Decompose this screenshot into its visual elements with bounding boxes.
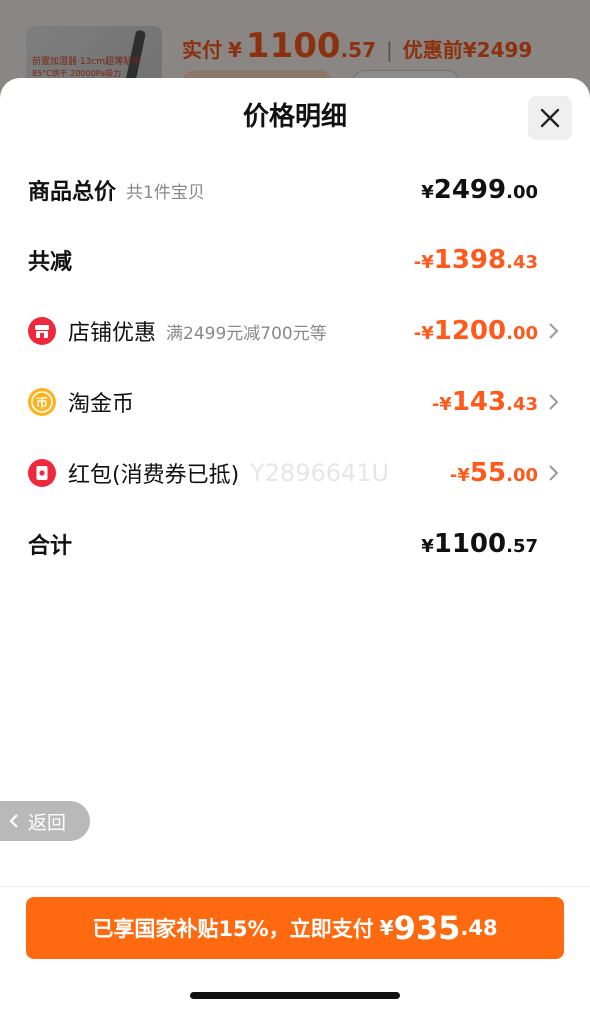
row-label: 合计 <box>28 534 73 559</box>
pay-now-button[interactable]: 已享国家补贴15%，立即支付 ¥ 935 .48 <box>26 897 564 959</box>
row-label: 红包(消费券已抵) <box>68 463 240 488</box>
amount-dec: .00 <box>506 182 538 203</box>
row-shop-discount[interactable]: 店铺优惠 满2499元减700元等 -¥ 1200 .00 <box>28 311 562 351</box>
row-amount: ¥ 1100 .57 <box>421 529 538 559</box>
coin-icon: 币 <box>28 388 56 416</box>
amount-int: 1398 <box>433 245 507 275</box>
pay-button-dec: .48 <box>460 916 498 940</box>
row-label: 商品总价 <box>28 180 117 205</box>
row-amount: ¥ 2499 .00 <box>421 175 538 205</box>
chevron-right-icon <box>549 394 559 410</box>
row-goods-total: 商品总价 共1件宝贝 ¥ 2499 .00 <box>28 170 562 210</box>
amount-int: 55 <box>469 458 507 488</box>
row-total-reduce: 共减 -¥ 1398 .43 <box>28 240 562 280</box>
amount-dec: .43 <box>506 252 538 273</box>
amount-dec: .57 <box>506 536 538 557</box>
price-detail-sheet: 价格明细 商品总价 共1件宝贝 ¥ 2499 .00 共减 -¥ 1398 .4… <box>0 78 590 1011</box>
row-amount: -¥ 1398 .43 <box>414 245 538 275</box>
amount-symbol: ¥ <box>421 536 434 557</box>
svg-text:币: 币 <box>36 396 48 410</box>
row-taojinbi[interactable]: 币 淘金币 -¥ 143 .43 <box>28 382 562 422</box>
home-indicator <box>190 992 400 999</box>
amount-dec: .00 <box>506 323 538 344</box>
row-amount: -¥ 143 .43 <box>432 387 538 417</box>
back-button[interactable]: 返回 <box>0 801 90 841</box>
row-amount: -¥ 1200 .00 <box>414 316 538 346</box>
footer-divider <box>0 886 590 887</box>
amount-symbol: -¥ <box>413 252 434 273</box>
amount-symbol: ¥ <box>421 182 434 203</box>
amount-symbol: -¥ <box>449 465 470 486</box>
amount-int: 1100 <box>433 529 507 559</box>
row-label: 店铺优惠 <box>68 321 157 346</box>
row-amount: -¥ 55 .00 <box>450 458 538 488</box>
sheet-title: 价格明细 <box>242 102 347 132</box>
back-label: 返回 <box>28 811 67 834</box>
amount-dec: .43 <box>506 394 538 415</box>
close-button[interactable] <box>528 96 572 140</box>
amount-int: 1200 <box>433 316 507 346</box>
chevron-left-icon <box>9 814 18 828</box>
chevron-right-icon <box>549 323 559 339</box>
amount-int: 143 <box>451 387 507 417</box>
close-icon <box>540 108 560 128</box>
row-sub: 满2499元减700元等 <box>166 323 327 344</box>
amount-dec: .00 <box>506 465 538 486</box>
row-sum: 合计 ¥ 1100 .57 <box>28 524 562 564</box>
row-label: 共减 <box>28 250 73 275</box>
pay-button-symbol: ¥ <box>379 916 394 940</box>
shop-icon <box>28 317 56 345</box>
chevron-right-icon <box>549 465 559 481</box>
pay-button-text: 已享国家补贴15%，立即支付 <box>92 917 374 941</box>
amount-symbol: -¥ <box>413 323 434 344</box>
red-packet-icon <box>28 459 56 487</box>
pay-button-int: 935 <box>393 909 461 947</box>
watermark-text: Y2896641U <box>250 459 390 487</box>
row-label: 淘金币 <box>68 392 135 417</box>
amount-symbol: -¥ <box>431 394 452 415</box>
amount-int: 2499 <box>433 175 507 205</box>
row-sub: 共1件宝贝 <box>126 182 205 203</box>
